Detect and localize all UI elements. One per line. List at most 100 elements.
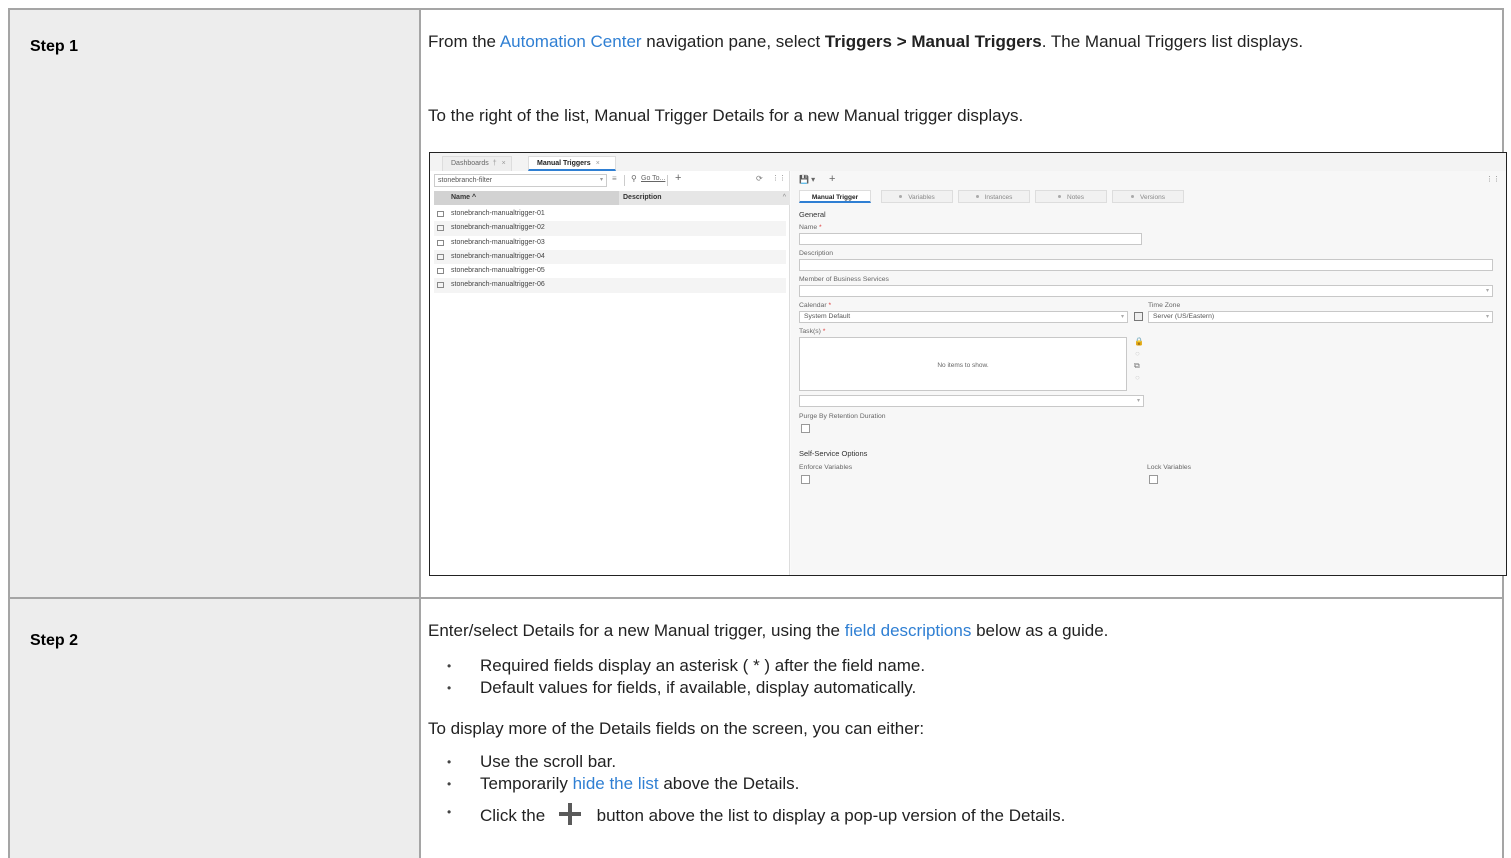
step-1-label-cell: Step 1 [10,10,421,597]
chevron-down-icon: ▾ [1485,288,1489,294]
list-item-label: stonebranch-manualtrigger-05 [451,267,545,275]
list-item-label: stonebranch-manualtrigger-02 [451,224,545,232]
step-2-options-intro: To display more of the Details fields on… [428,719,925,738]
trigger-icon [437,239,444,246]
pin-icon[interactable]: † [493,160,497,167]
tab-label: Notes [1067,194,1084,201]
add-icon[interactable]: + [829,173,835,185]
filter-select[interactable]: stonebranch-filter ▾ [434,174,607,187]
search-icon[interactable]: ⚲ [631,174,637,183]
list-item: Required fields display an asterisk ( * … [428,655,925,677]
trigger-icon [437,282,444,289]
text: Click the [480,806,550,825]
tab-variables[interactable]: Variables [881,190,953,203]
automation-center-link[interactable]: Automation Center [500,32,642,51]
expand-icon[interactable]: ⋮⋮ [1486,175,1500,183]
tab-notes[interactable]: Notes [1035,190,1107,203]
purge-label: Purge By Retention Duration [799,413,886,420]
description-column-header[interactable]: Description [619,191,662,205]
list-item[interactable]: stonebranch-manualtrigger-04 [434,249,786,265]
step-2-row: Step 2 Enter/select Details for a new Ma… [10,599,1502,858]
list-item[interactable]: stonebranch-manualtrigger-03 [434,236,786,250]
text: Enter/select Details for a new Manual tr… [428,621,845,640]
dot-icon [1131,195,1135,198]
field-descriptions-link[interactable]: field descriptions [845,621,972,640]
list-item: Temporarily hide the list above the Deta… [428,773,1065,795]
trigger-icon [437,211,444,217]
calendar-details-icon[interactable] [1134,312,1143,321]
list-item[interactable]: stonebranch-manualtrigger-01 [434,207,786,221]
required-mark: * [819,224,822,231]
task-select[interactable]: ▾ [799,395,1144,407]
tab-dashboards[interactable]: Dashboards † × [442,156,512,171]
hide-the-list-link[interactable]: hide the list [573,774,659,793]
list-item: Use the scroll bar. [428,751,1065,773]
go-to-link[interactable]: Go To... [641,175,665,182]
save-icon[interactable]: 💾 ▾ [799,175,815,184]
lock-icon[interactable]: 🔒 [1134,337,1144,346]
text: Task(s) [799,328,821,335]
add-icon[interactable]: + [675,172,681,184]
calendar-select[interactable]: System Default ▾ [799,311,1128,323]
enforce-variables-label: Enforce Variables [799,464,853,471]
dot-icon [975,195,979,198]
purge-checkbox[interactable] [801,424,810,433]
calendar-value: System Default [804,313,851,320]
step-1-label: Step 1 [30,38,79,55]
list-toolbar: stonebranch-filter ▾ ≡ ⚲ Go To... + ⟳ ⋮⋮ [434,172,786,187]
tab-manual-trigger[interactable]: Manual Trigger [799,190,871,203]
close-icon[interactable]: × [596,160,600,167]
text: Calendar [799,302,827,309]
step-1-row: Step 1 From the Automation Center naviga… [10,10,1507,599]
calendar-label: Calendar * [799,302,831,309]
display-options-list: Use the scroll bar. Temporarily hide the… [428,751,1065,827]
name-label: Name * [799,224,822,231]
list-item-label: stonebranch-manualtrigger-01 [451,210,545,217]
scroll-up-icon[interactable]: ^ [783,191,786,205]
enforce-variables-checkbox[interactable] [801,475,810,484]
list-item[interactable]: stonebranch-manualtrigger-06 [434,278,786,293]
name-column-header[interactable]: Name ^ [434,191,619,205]
lock-variables-checkbox[interactable] [1149,475,1158,484]
close-icon[interactable]: × [502,160,506,167]
text: above the Details. [658,774,800,793]
description-field[interactable] [799,259,1493,271]
tab-label: Dashboards [451,160,489,167]
step-2-label-cell: Step 2 [10,599,421,858]
dot-icon [1058,195,1061,198]
tab-label: Manual Triggers [537,160,591,167]
tasks-list-box[interactable]: No items to show. [799,337,1127,391]
dot-icon [899,195,903,198]
text: . The Manual Triggers list displays. [1041,32,1304,51]
required-mark: * [822,328,826,335]
tab-versions[interactable]: Versions [1112,190,1184,203]
filter-icon[interactable]: ≡ [612,174,617,183]
text: navigation pane, select [641,32,825,51]
tab-manual-triggers[interactable]: Manual Triggers × [528,156,616,171]
manual-triggers-screenshot: Dashboards † × Manual Triggers × stonebranc… [429,152,1507,576]
chevron-down-icon: ▾ [599,177,603,183]
tab-instances[interactable]: Instances [958,190,1030,203]
copy-icon[interactable]: ⧉ [1134,361,1140,371]
text: From the [428,32,500,51]
expand-icon[interactable]: ⋮⋮ [772,174,786,182]
plus-icon [554,801,586,827]
divider [667,175,668,186]
field-notes-list: Required fields display an asterisk ( * … [428,655,925,699]
text: Temporarily [480,774,573,793]
menu-path: Triggers > Manual Triggers [824,32,1042,51]
refresh-icon[interactable]: ⟳ [756,174,763,183]
list-item[interactable]: stonebranch-manualtrigger-02 [434,221,786,236]
name-field[interactable] [799,233,1142,245]
tab-label: Versions [1140,194,1165,201]
time-zone-value: Server (US/Eastern) [1153,313,1215,320]
list-item[interactable]: stonebranch-manualtrigger-05 [434,264,786,278]
business-services-select[interactable]: ▾ [799,285,1493,297]
divider [624,175,625,186]
chevron-down-icon: ▾ [1485,314,1489,320]
tab-label: Variables [908,194,935,201]
general-section-title: General [799,210,826,219]
time-zone-select[interactable]: Server (US/Eastern) ▾ [1148,311,1493,323]
list-item: Click the button above the list to displ… [428,801,1065,827]
step-2-content-cell: Enter/select Details for a new Manual tr… [421,599,1502,858]
